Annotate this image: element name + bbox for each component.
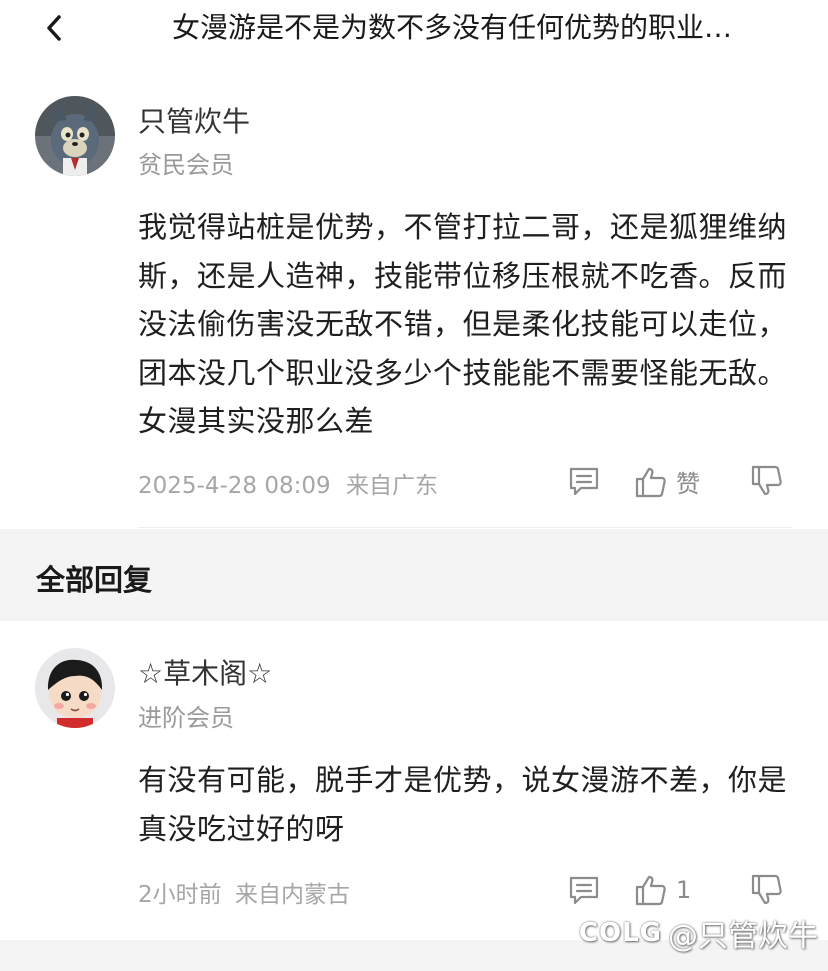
dislike-button[interactable]	[750, 464, 784, 498]
comment-icon	[569, 467, 599, 496]
thumbs-down-icon	[751, 465, 782, 496]
reply-like-button[interactable]: 1	[634, 873, 691, 907]
top-bar: 女漫游是不是为数不多没有任何优势的职业…	[0, 0, 828, 56]
reply-username[interactable]: ☆草木阁☆	[138, 652, 272, 692]
thumbs-down-icon	[751, 874, 782, 905]
reply-like-count: 1	[676, 876, 692, 904]
like-button[interactable]: 赞	[634, 464, 700, 499]
replies-header: 全部回复	[0, 529, 828, 621]
reply-member-level: 进阶会员	[138, 704, 234, 732]
like-label: 赞	[676, 470, 700, 498]
post-meta: 2025-4-28 08:09 来自广东	[138, 466, 438, 500]
avatar-boy-image	[35, 648, 115, 728]
post-timestamp: 2025-4-28 08:09	[138, 473, 331, 499]
watermark-logo: COLG	[578, 918, 662, 948]
reply-location: 来自内蒙古	[234, 882, 350, 908]
post-divider	[138, 527, 792, 528]
post-location: 来自广东	[345, 473, 438, 499]
reply-content: 有没有可能，脱手才是优势，说女漫游不差，你是真没吃过好的呀	[138, 763, 788, 846]
reply-meta: 2小时前 来自内蒙古	[138, 875, 350, 909]
reply-comment-button[interactable]	[567, 873, 601, 907]
chevron-left-icon	[47, 15, 61, 41]
avatar[interactable]	[35, 96, 115, 176]
post-member-level: 贫民会员	[138, 151, 234, 179]
back-button[interactable]	[34, 8, 74, 48]
comment-button[interactable]	[567, 464, 601, 498]
comment-icon	[569, 876, 599, 905]
replies-section-title: 全部回复	[36, 563, 153, 597]
post-username[interactable]: 只管炊牛	[138, 100, 250, 140]
page-title: 女漫游是不是为数不多没有任何优势的职业…	[172, 11, 733, 44]
thumbs-up-icon	[635, 467, 666, 497]
post-content: 我觉得站桩是优势，不管打拉二哥，还是狐狸维纳斯，还是人造神，技能带位移压根就不吃…	[138, 210, 788, 438]
reply-avatar[interactable]	[35, 648, 115, 728]
reply-dislike-button[interactable]	[750, 873, 784, 907]
watermark: COLG @只管炊牛	[579, 911, 818, 955]
watermark-text: @只管炊牛	[668, 919, 818, 954]
thumbs-up-icon	[635, 875, 666, 906]
avatar-cat-image	[35, 96, 115, 176]
reply-timestamp: 2小时前	[138, 882, 222, 908]
